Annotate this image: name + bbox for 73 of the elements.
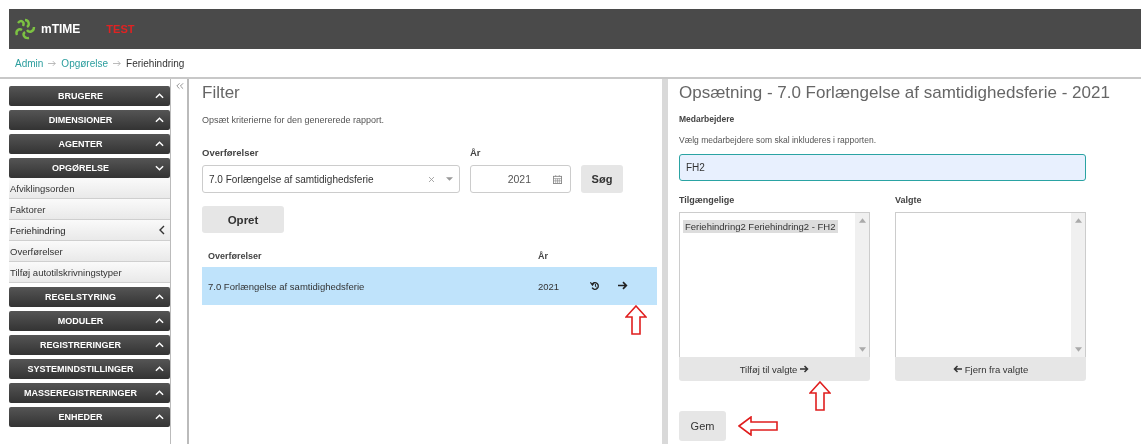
employee-search-field[interactable]: FH2: [679, 154, 1086, 181]
chevron-up-icon: [155, 342, 164, 348]
menu-group[interactable]: DIMENSIONER: [9, 110, 170, 130]
field-label: År: [470, 147, 482, 158]
scroll-up-icon[interactable]: [1074, 218, 1082, 223]
environment-label: TEST: [106, 23, 135, 35]
chevron-up-icon: [155, 318, 164, 324]
remove-from-selected-button[interactable]: Fjern fra valgte: [895, 357, 1086, 381]
table-row[interactable]: 7.0 Forlængelse af samtidighedsferie 2021: [202, 267, 657, 305]
column-header: År: [538, 251, 549, 263]
chevron-up-icon: [155, 141, 164, 147]
field-label: Overførelser: [202, 147, 260, 158]
arrow-right-icon: [113, 59, 122, 67]
collapse-icon[interactable]: [174, 82, 184, 90]
annotation-arrow: [625, 305, 647, 335]
annotation-arrow: [808, 381, 831, 411]
menu-item[interactable]: Feriehindring: [9, 220, 170, 241]
menu-group[interactable]: OPGØRELSE: [9, 158, 170, 178]
panel-description: Opsæt kriterierne for den genererede rapport.: [202, 115, 386, 125]
panel-title: Filter: [202, 83, 241, 103]
menu-group[interactable]: MASSEREGISTRERINGER: [9, 383, 170, 403]
chevron-up-icon: [155, 93, 164, 99]
menu-group[interactable]: REGISTRERINGER: [9, 335, 170, 355]
history-icon[interactable]: [590, 281, 600, 291]
scroll-down-icon[interactable]: [858, 347, 866, 352]
menu-item[interactable]: Afviklingsorden: [9, 178, 170, 199]
scroll-down-icon[interactable]: [1074, 347, 1082, 352]
arrow-right-icon: [48, 59, 57, 67]
list-label: Tilgængelige: [679, 195, 736, 205]
menu-group[interactable]: MODULER: [9, 311, 170, 331]
chevron-up-icon: [155, 414, 164, 420]
column-header: Overførelser: [208, 251, 263, 263]
arrow-left-icon: [952, 365, 962, 373]
arrow-right-icon[interactable]: [618, 281, 628, 290]
list-option[interactable]: Feriehindring2 Feriehindring2 - FH2: [683, 220, 838, 233]
menu-group[interactable]: AGENTER: [9, 134, 170, 154]
annotation-arrow: [738, 416, 778, 436]
menu-item[interactable]: Faktorer: [9, 199, 170, 220]
scrollbar[interactable]: [1071, 213, 1085, 357]
table-cell-text: 2021: [538, 280, 561, 292]
menu-group[interactable]: SYSTEMINDSTILLINGER: [9, 359, 170, 379]
menu-group[interactable]: REGELSTYRING: [9, 287, 170, 307]
section-label: Medarbejdere: [679, 114, 736, 124]
chevron-up-icon: [155, 390, 164, 396]
menu-group[interactable]: BRUGERE: [9, 86, 170, 106]
save-button[interactable]: Gem: [679, 411, 726, 441]
chevron-up-icon: [155, 294, 164, 300]
create-button[interactable]: Opret: [202, 206, 284, 233]
transfer-select[interactable]: 7.0 Forlængelse af samtidighedsferie: [202, 165, 460, 193]
year-field[interactable]: 2021: [470, 165, 571, 193]
scrollbar[interactable]: [855, 213, 869, 357]
menu-item[interactable]: Tilføj autotilskrivningstyper: [9, 262, 170, 283]
dropdown-caret-icon[interactable]: [446, 177, 453, 181]
selected-listbox[interactable]: [895, 212, 1086, 357]
section-description: Vælg medarbejdere som skal inkluderes i rapporten.: [679, 135, 877, 145]
menu-group[interactable]: ENHEDER: [9, 407, 170, 427]
panel-title: Opsætning - 7.0 Forlængelse af samtidighedsferie - 2021: [679, 83, 1111, 103]
clear-icon[interactable]: [429, 176, 434, 182]
chevron-up-icon: [155, 117, 164, 123]
menu-item[interactable]: Overførelser: [9, 241, 170, 262]
available-listbox[interactable]: Feriehindring2 Feriehindring2 - FH2: [679, 212, 870, 357]
add-to-selected-button[interactable]: Tilføj til valgte: [679, 357, 870, 381]
list-label: Valgte: [895, 195, 923, 205]
arrow-right-icon: [800, 365, 810, 373]
search-button[interactable]: Søg: [581, 165, 623, 193]
scroll-up-icon[interactable]: [858, 218, 866, 223]
app-logo: mTIME: [41, 22, 81, 36]
table-cell-text: 7.0 Forlængelse af samtidighedsferie: [208, 280, 366, 292]
chevron-up-icon: [155, 366, 164, 372]
chevron-down-icon: [155, 165, 164, 171]
chevron-left-icon: [159, 225, 165, 235]
logo-icon: [13, 17, 37, 41]
calendar-icon[interactable]: [553, 174, 562, 184]
